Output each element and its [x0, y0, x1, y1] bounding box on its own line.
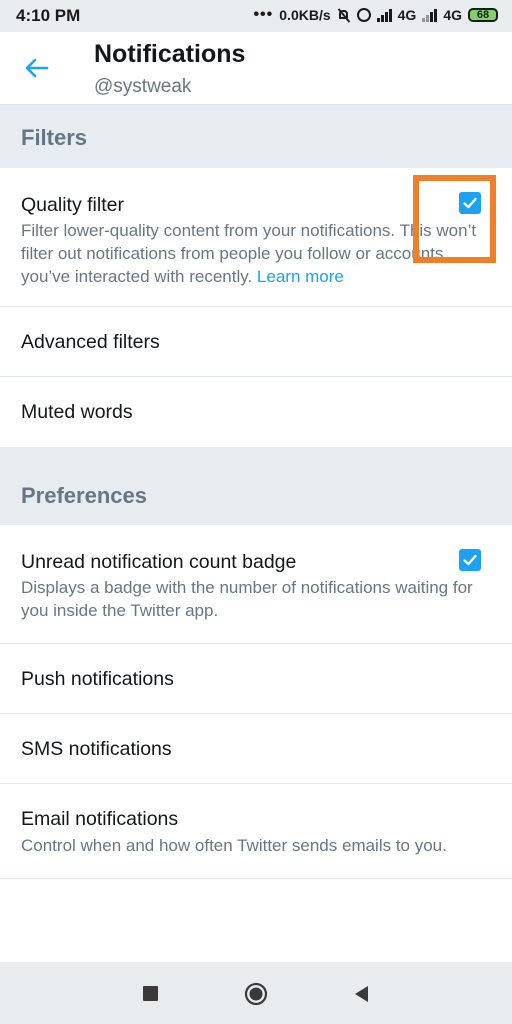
advanced-filters-label: Advanced filters: [21, 331, 160, 353]
home-circle-icon[interactable]: [244, 982, 268, 1006]
muted-words-label: Muted words: [21, 401, 133, 423]
quality-filter-desc-text: Filter lower-quality content from your n…: [21, 221, 477, 286]
email-notifications-description: Control when and how often Twitter sends…: [21, 836, 447, 855]
page-title: Notifications: [94, 40, 246, 68]
sms-notifications-label: SMS notifications: [21, 738, 172, 760]
alarm-icon: [356, 8, 371, 22]
quality-filter-label: Quality filter: [21, 194, 124, 216]
network-type-1: 4G: [397, 7, 417, 23]
recents-square-icon[interactable]: [143, 986, 158, 1001]
signal-icon: [422, 8, 438, 22]
preferences-heading: Preferences: [21, 483, 147, 508]
arrow-left-icon[interactable]: [22, 54, 50, 82]
unread-badge-description: Displays a badge with the number of noti…: [21, 578, 473, 620]
back-triangle-icon[interactable]: [352, 984, 370, 1004]
network-speed: 0.0KB/s: [279, 7, 331, 23]
filters-heading: Filters: [21, 125, 88, 150]
network-type-2: 4G: [443, 7, 462, 23]
unread-badge-label: Unread notification count badge: [21, 551, 297, 573]
learn-more-link[interactable]: Learn more: [257, 267, 344, 286]
mute-icon: [337, 8, 351, 22]
push-notifications-row[interactable]: Push notifications: [0, 644, 512, 714]
signal-icon: [376, 8, 392, 22]
email-notifications-label: Email notifications: [21, 808, 179, 830]
push-notifications-label: Push notifications: [21, 668, 174, 690]
preferences-section-header: Preferences: [0, 447, 512, 525]
more-notifications-icon: •••: [253, 6, 274, 23]
battery-icon: 68: [468, 8, 498, 22]
muted-words-row[interactable]: Muted words: [0, 377, 512, 447]
system-nav-bar: [0, 962, 512, 1024]
unread-badge-row[interactable]: Unread notification count badge Displays…: [0, 525, 512, 644]
status-time: 4:10 PM: [16, 6, 81, 25]
account-handle: @systweak: [94, 76, 192, 97]
sms-notifications-row[interactable]: SMS notifications: [0, 714, 512, 784]
app-header: Notifications @systweak: [0, 32, 512, 105]
status-bar: 4:10 PM ••• 0.0KB/s 4G 4G 68: [0, 0, 512, 32]
advanced-filters-row[interactable]: Advanced filters: [0, 307, 512, 377]
email-notifications-row[interactable]: Email notifications Control when and how…: [0, 784, 512, 879]
unread-badge-checkbox[interactable]: [459, 549, 481, 571]
filters-section-header: Filters: [0, 105, 512, 168]
checkmark-icon: [463, 554, 477, 566]
highlight-annotation-box: [413, 175, 496, 263]
status-icons: ••• 0.0KB/s 4G 4G 68: [253, 6, 498, 24]
